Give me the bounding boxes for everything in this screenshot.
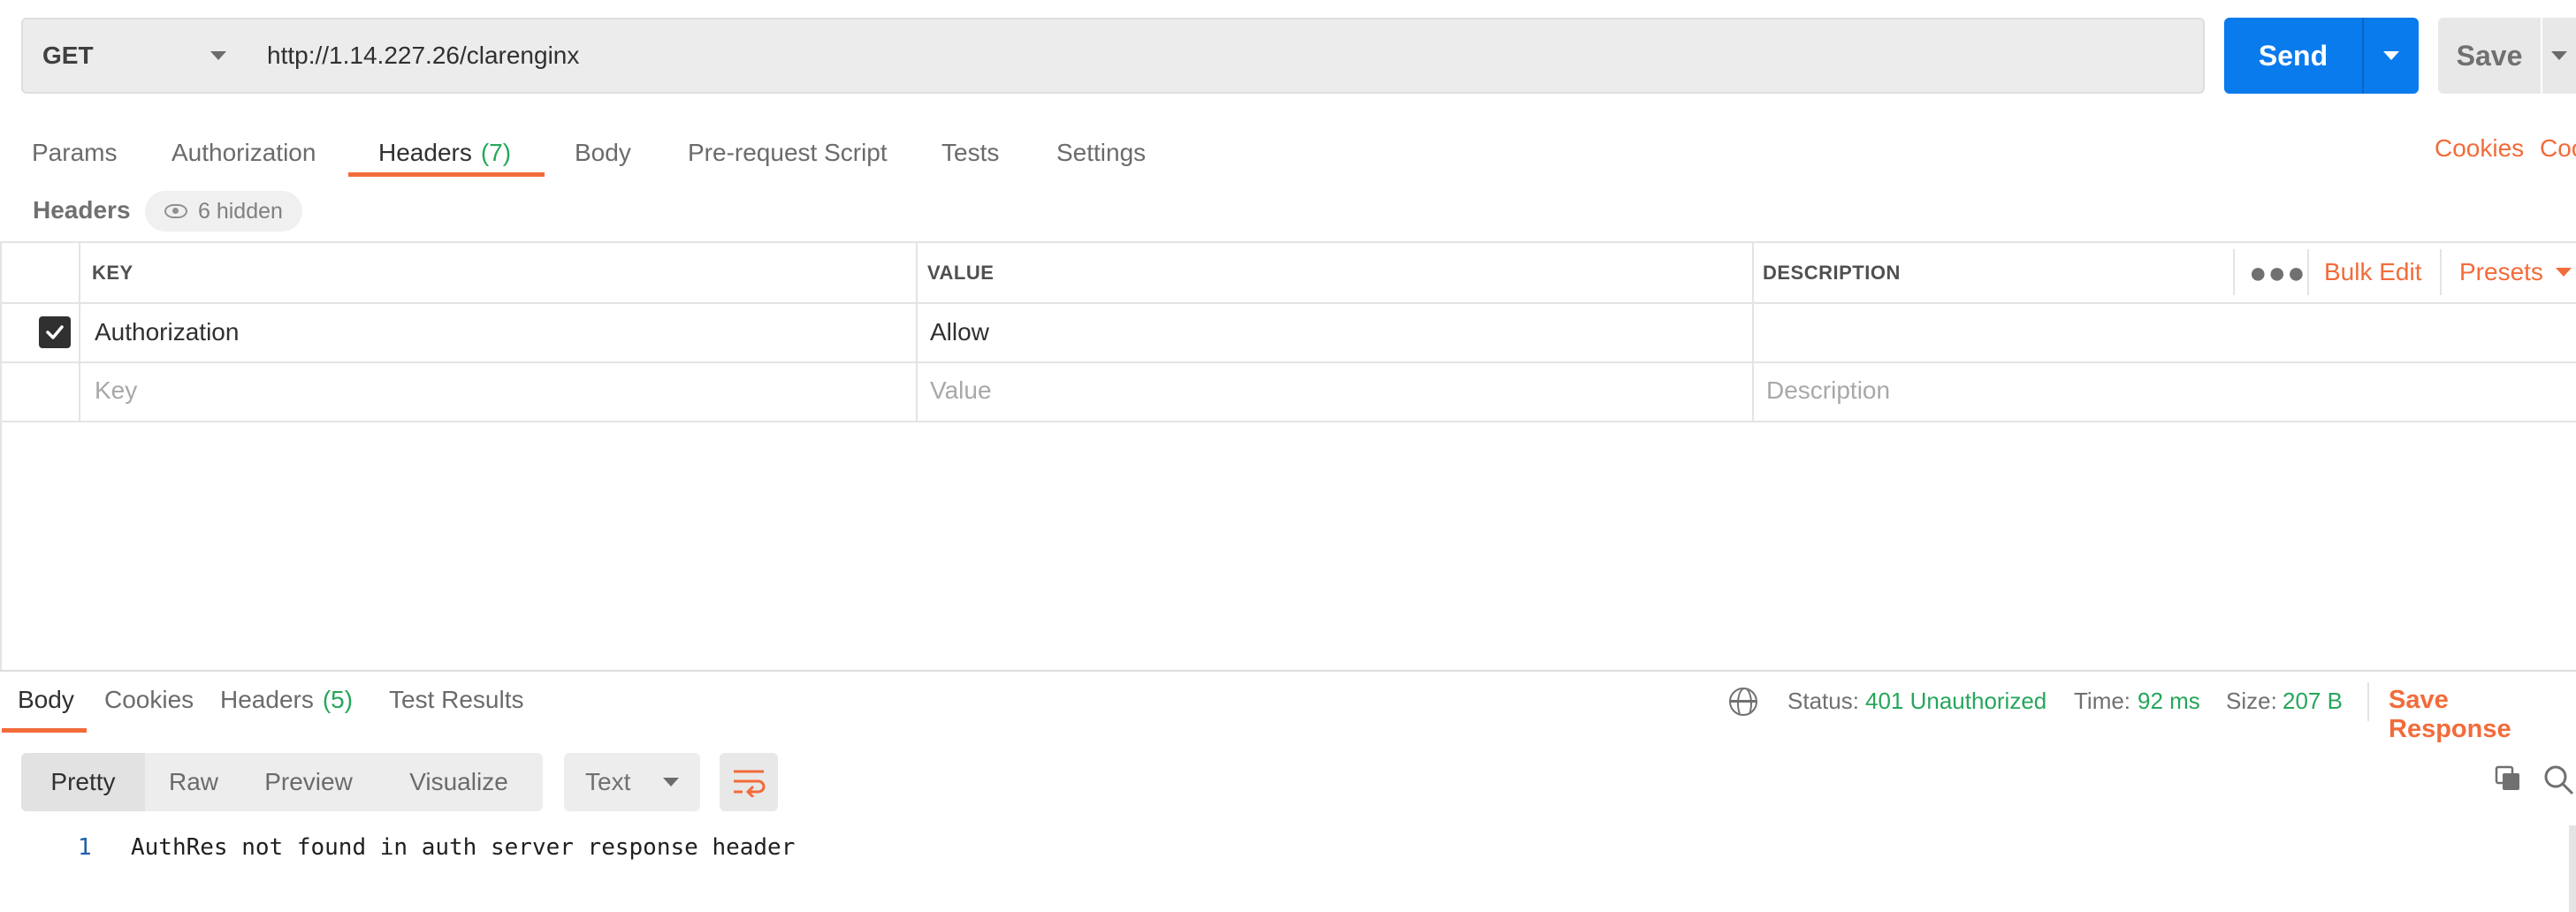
column-header-value: VALUE (927, 262, 995, 284)
toolbar-divider (2367, 682, 2369, 721)
tab-label: Pre-request Script (688, 139, 888, 166)
chevron-down-icon (2555, 268, 2572, 277)
checkmark-icon (46, 325, 64, 339)
new-value-input[interactable]: Value (930, 376, 992, 405)
status-label: Status: (1787, 688, 1859, 714)
headers-section-title: Headers (33, 196, 131, 224)
save-options-button[interactable] (2542, 18, 2576, 94)
line-number: 1 (78, 834, 92, 861)
view-visualize-button[interactable]: Visualize (375, 753, 543, 811)
wrap-lines-button[interactable] (720, 753, 778, 811)
size-value: 207 B (2283, 688, 2343, 714)
url-text: http://1.14.227.26/clarenginx (267, 42, 580, 69)
header-enabled-checkbox[interactable] (39, 316, 71, 348)
table-bottom-border (0, 421, 2576, 422)
column-header-description: DESCRIPTION (1763, 262, 1901, 284)
table-left-border (0, 241, 2, 670)
time-label: Time: (2074, 688, 2131, 714)
code-link[interactable]: Coc (2540, 134, 2576, 163)
header-value-cell[interactable]: Allow (930, 318, 989, 346)
tab-count: (7) (480, 139, 512, 166)
response-tab-test-results[interactable]: Test Results (389, 686, 524, 714)
tab-label: Params (32, 139, 118, 166)
column-divider (79, 241, 80, 422)
hidden-headers-toggle[interactable]: 6 hidden (145, 191, 302, 232)
tab-label: Body (575, 139, 631, 166)
format-label: Text (585, 768, 631, 795)
tab-label: Headers (378, 139, 472, 166)
send-options-button[interactable] (2362, 18, 2419, 94)
time-value: 92 ms (2138, 688, 2200, 714)
chevron-down-icon (2551, 51, 2567, 60)
tab-authorization[interactable]: Authorization (171, 131, 316, 175)
table-row-border (0, 361, 2576, 363)
response-divider (0, 670, 2576, 672)
table-top-border (0, 241, 2576, 243)
header-key-cell[interactable]: Authorization (95, 318, 239, 346)
column-divider (916, 241, 918, 422)
chevron-down-icon (2383, 51, 2399, 60)
bulk-edit-button[interactable]: Bulk Edit (2324, 258, 2422, 286)
tab-body[interactable]: Body (575, 131, 631, 175)
save-response-button[interactable]: Save Response (2389, 686, 2576, 744)
status-value: 401 Unauthorized (1865, 688, 2047, 714)
response-body-line: AuthRes not found in auth server respons… (131, 834, 796, 861)
chevron-down-icon (210, 51, 226, 60)
column-divider (1752, 241, 1754, 422)
tab-headers[interactable]: Headers (7) (378, 131, 511, 175)
scrollbar[interactable] (2569, 825, 2576, 912)
wrap-lines-icon (734, 770, 766, 797)
toolbar-divider (2307, 249, 2309, 295)
response-tab-headers[interactable]: Headers (5) (220, 686, 353, 714)
copy-icon[interactable] (2495, 765, 2521, 792)
view-mode-group: Pretty Raw Preview Visualize (21, 753, 543, 811)
response-tab-body[interactable]: Body (18, 686, 74, 714)
eye-icon (164, 204, 187, 218)
size-label: Size: (2226, 688, 2277, 714)
hidden-count-label: 6 hidden (198, 198, 283, 224)
view-preview-button[interactable]: Preview (242, 753, 375, 811)
method-select[interactable]: GET (21, 18, 248, 94)
method-label: GET (42, 42, 94, 69)
new-key-input[interactable]: Key (95, 376, 137, 405)
tab-params[interactable]: Params (32, 131, 117, 175)
tab-label: Authorization (171, 139, 316, 166)
more-icon[interactable]: ●●● (2249, 256, 2306, 291)
cookies-link[interactable]: Cookies (2435, 134, 2524, 163)
column-header-key: KEY (92, 262, 133, 284)
new-description-input[interactable]: Description (1766, 376, 1890, 405)
response-tab-cookies[interactable]: Cookies (104, 686, 194, 714)
save-button[interactable]: Save (2438, 18, 2541, 94)
tab-tests[interactable]: Tests (941, 131, 999, 175)
toolbar-divider (2233, 249, 2235, 295)
presets-label: Presets (2459, 258, 2543, 285)
active-response-tab-indicator (2, 728, 87, 733)
format-select[interactable]: Text (564, 753, 700, 811)
presets-dropdown[interactable]: Presets (2459, 258, 2572, 286)
url-input[interactable]: http://1.14.227.26/clarenginx (246, 18, 2205, 94)
tab-label: Tests (941, 139, 1000, 166)
active-tab-indicator (348, 172, 545, 177)
globe-icon[interactable] (1729, 688, 1757, 716)
tab-count: (5) (322, 686, 354, 713)
chevron-down-icon (663, 778, 679, 787)
tab-label: Settings (1056, 139, 1147, 166)
view-pretty-button[interactable]: Pretty (21, 753, 145, 811)
view-raw-button[interactable]: Raw (145, 753, 242, 811)
tab-settings[interactable]: Settings (1056, 131, 1146, 175)
search-icon[interactable] (2542, 764, 2576, 797)
tab-pre-request-script[interactable]: Pre-request Script (688, 131, 888, 175)
toolbar-divider (2440, 249, 2442, 295)
send-button[interactable]: Send (2224, 18, 2362, 94)
tab-label: Headers (220, 686, 314, 713)
table-header-border (0, 302, 2576, 304)
